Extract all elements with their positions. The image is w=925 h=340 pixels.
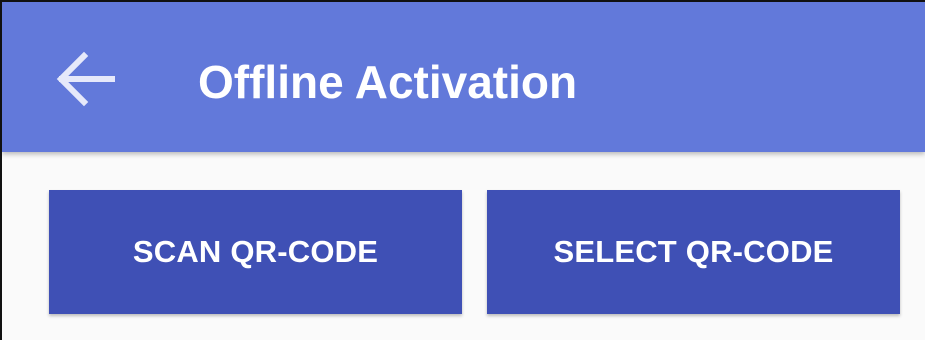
app-window: Offline Activation SCAN QR-CODE SELECT Q… (0, 0, 925, 340)
activation-content: SCAN QR-CODE SELECT QR-CODE (2, 152, 925, 340)
scan-qr-code-button[interactable]: SCAN QR-CODE (49, 190, 462, 314)
arrow-left-icon (56, 51, 115, 107)
select-qr-code-button[interactable]: SELECT QR-CODE (487, 190, 900, 314)
back-button[interactable] (46, 46, 124, 112)
page-title: Offline Activation (198, 56, 578, 108)
app-bar: Offline Activation (2, 2, 925, 152)
